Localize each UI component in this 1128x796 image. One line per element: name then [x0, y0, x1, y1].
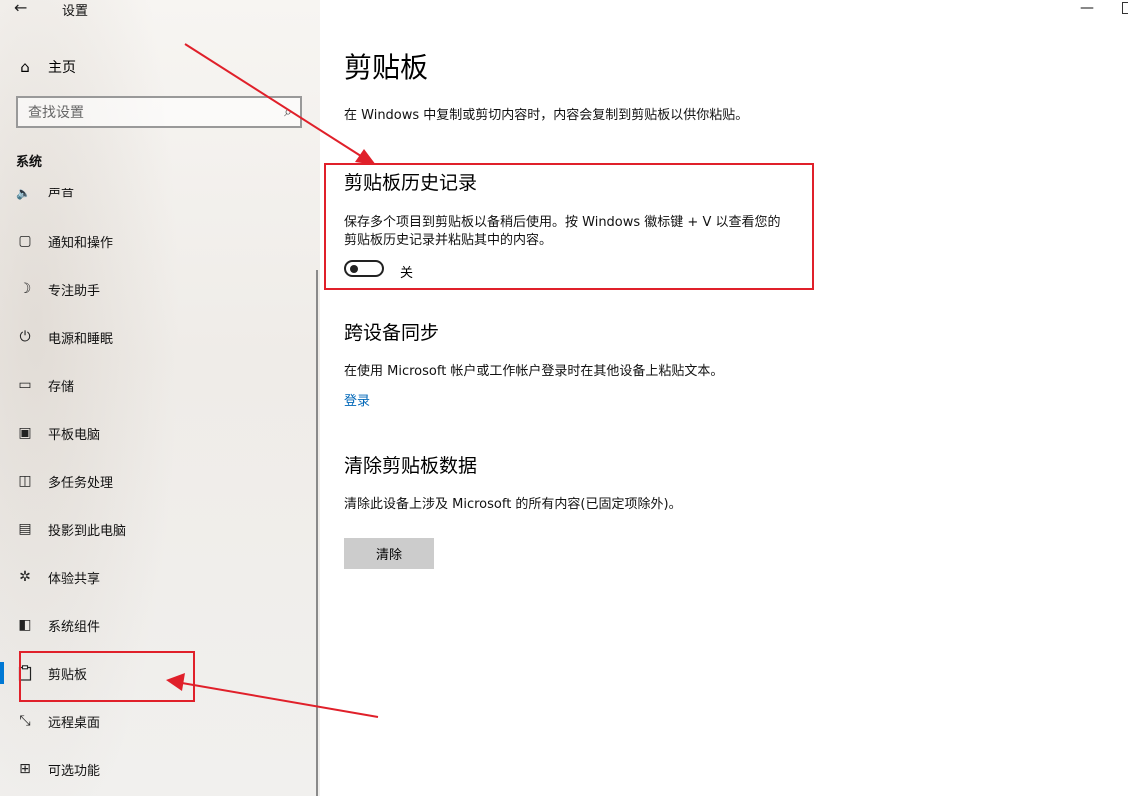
minimize-button[interactable]: —	[1080, 0, 1094, 16]
sidebar-item-focus-assist[interactable]: ☽ 专注助手	[16, 278, 100, 300]
sidebar-item-label: 存储	[48, 379, 75, 395]
sidebar-item-tablet[interactable]: ▣ 平板电脑	[16, 422, 100, 444]
selected-indicator	[0, 662, 4, 684]
sidebar-item-optional-features[interactable]: ⊞ 可选功能	[16, 758, 100, 780]
speaker-icon: 🔈	[16, 188, 31, 200]
sidebar-item-project[interactable]: ▤ 投影到此电脑	[16, 518, 126, 540]
sidebar-item-label: 通知和操作	[48, 235, 114, 251]
home-icon: ⌂	[20, 58, 30, 76]
content-pane: — 剪贴板 在 Windows 中复制或剪切内容时，内容会复制到剪贴板以供你粘贴…	[320, 0, 1128, 796]
search-input[interactable]: 查找设置 ⌕	[16, 96, 302, 128]
sidebar-item-label: 体验共享	[48, 571, 101, 587]
sign-in-link[interactable]: 登录	[344, 390, 370, 409]
maximize-button[interactable]	[1122, 2, 1128, 14]
app-title: 设置	[62, 4, 89, 19]
sidebar-item-label: 远程桌面	[48, 715, 101, 731]
project-icon: ▤	[18, 521, 32, 537]
storage-icon: ▭	[18, 377, 32, 393]
components-icon: ◧	[18, 617, 32, 633]
clear-heading: 清除剪贴板数据	[344, 455, 478, 477]
history-description: 保存多个项目到剪贴板以备稍后使用。按 Windows 徽标键 + V 以查看您的…	[344, 215, 781, 248]
toggle-state-label: 关	[400, 266, 414, 281]
sidebar-item-remote-desktop[interactable]: ⤡ 远程桌面	[16, 710, 100, 732]
optional-features-icon: ⊞	[19, 761, 31, 777]
sidebar-item-sound[interactable]: 🔈 声音	[16, 188, 74, 200]
sync-heading: 跨设备同步	[344, 322, 440, 344]
clipboard-history-toggle[interactable]	[344, 260, 384, 277]
sidebar-item-components[interactable]: ◧ 系统组件	[16, 614, 100, 636]
sidebar-item-label: 系统组件	[48, 619, 101, 635]
sidebar-item-label: 剪贴板	[48, 667, 88, 683]
clear-description: 清除此设备上涉及 Microsoft 的所有内容(已固定项除外)。	[344, 497, 682, 512]
sync-description: 在使用 Microsoft 帐户或工作帐户登录时在其他设备上粘贴文本。	[344, 364, 724, 379]
sidebar-home[interactable]: ⌂ 主页	[16, 56, 76, 78]
sidebar-item-label: 声音	[48, 188, 75, 200]
share-icon: ✲	[19, 569, 31, 585]
notification-icon: ▢	[18, 233, 32, 249]
sidebar-item-label: 专注助手	[48, 283, 101, 299]
sidebar-item-label: 投影到此电脑	[48, 523, 127, 539]
power-icon: ⏻	[19, 329, 31, 345]
tablet-icon: ▣	[18, 425, 32, 441]
sidebar-item-power[interactable]: ⏻ 电源和睡眠	[16, 326, 113, 348]
clipboard-icon	[16, 664, 34, 682]
sidebar-item-shared[interactable]: ✲ 体验共享	[16, 566, 100, 588]
search-placeholder: 查找设置	[28, 105, 84, 121]
toggle-knob	[350, 265, 358, 273]
section-label: 系统	[16, 155, 43, 170]
back-arrow-icon[interactable]: ←	[14, 0, 36, 18]
sidebar: ← 设置 ⌂ 主页 查找设置 ⌕ 系统 🔈 声音 ▢ 通知和操作 ☽ 专注助手 …	[0, 0, 320, 796]
sidebar-item-notifications[interactable]: ▢ 通知和操作	[16, 230, 113, 252]
sidebar-item-label: 多任务处理	[48, 475, 114, 491]
sidebar-item-label: 平板电脑	[48, 427, 101, 443]
sidebar-item-label: 可选功能	[48, 763, 101, 779]
search-icon: ⌕	[284, 104, 292, 120]
sidebar-scrollbar[interactable]	[316, 270, 318, 796]
sidebar-item-multitasking[interactable]: ◫ 多任务处理	[16, 470, 113, 492]
page-description: 在 Windows 中复制或剪切内容时，内容会复制到剪贴板以供你粘贴。	[344, 108, 749, 123]
sidebar-item-clipboard[interactable]: 剪贴板	[16, 662, 87, 684]
sidebar-item-storage[interactable]: ▭ 存储	[16, 374, 74, 396]
remote-desktop-icon: ⤡	[19, 713, 31, 729]
history-heading: 剪贴板历史记录	[344, 172, 478, 194]
clear-button[interactable]: 清除	[344, 538, 434, 569]
sidebar-home-label: 主页	[48, 60, 76, 76]
moon-icon: ☽	[18, 281, 32, 297]
page-title: 剪贴板	[344, 51, 429, 84]
sidebar-item-label: 电源和睡眠	[48, 331, 114, 347]
multitask-icon: ◫	[18, 473, 32, 489]
